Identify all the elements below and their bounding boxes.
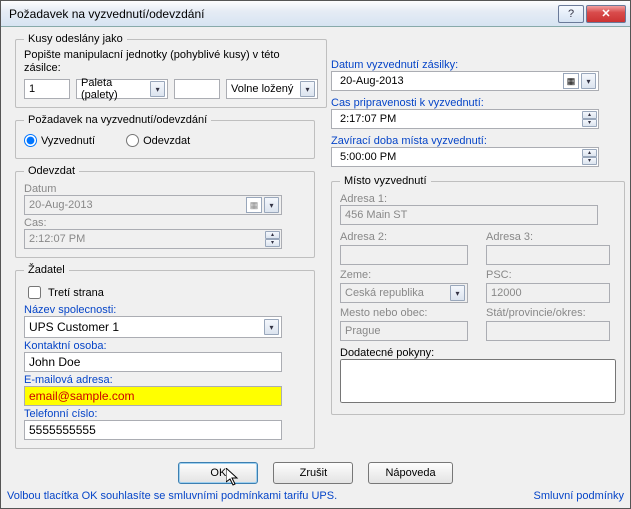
dropoff-time-spin: 2:12:07 PM ▴▾: [24, 229, 282, 249]
chevron-down-icon: ▾: [150, 81, 165, 97]
ready-time-spin[interactable]: 2:17:07 PM ▴▾: [331, 109, 599, 129]
close-time-label: Zavírací doba místa vyzvednutí:: [331, 135, 615, 147]
client-area: Kusy odeslány jako Popište manipulacní j…: [1, 27, 630, 508]
addr2-label: Adresa 2:: [340, 231, 480, 243]
pickup-date-combo[interactable]: 20-Aug-2013 ▦▾: [331, 71, 599, 91]
spin-up-icon: ▴: [582, 111, 597, 119]
dropoff-date-value: 20-Aug-2013: [29, 199, 93, 211]
dropoff-time-value: 2:12:07 PM: [29, 233, 85, 245]
country-value: Ceská republika: [345, 287, 424, 299]
titlebar: Požadavek na vyzvednutí/odevzdání ? ✕: [1, 1, 630, 27]
ready-time-label: Cas pripravenosti k vyzvednutí:: [331, 97, 615, 109]
pickup-date-label: Datum vyzvednutí zásilky:: [331, 59, 615, 71]
dropoff-radio-input[interactable]: [126, 134, 139, 147]
third-party-check[interactable]: Tretí strana: [24, 283, 104, 302]
pieces-type-value: Paleta (palety): [81, 77, 150, 101]
dropoff-time-label: Cas:: [24, 217, 306, 229]
third-party-check-label: Tretí strana: [48, 287, 104, 299]
help-titlebar-button[interactable]: ?: [558, 5, 584, 23]
spin-down-icon: ▾: [582, 119, 597, 127]
button-bar: OK Zrušit Nápoveda Volbou tlacítka OK so…: [1, 462, 630, 502]
pieces-qty-input[interactable]: [24, 79, 70, 99]
instructions-label: Dodatecné pokyny:: [340, 347, 616, 359]
pickup-location-legend: Místo vyzvednutí: [340, 175, 431, 187]
pickup-radio-input[interactable]: [24, 134, 37, 147]
company-label: Název spolecnosti:: [24, 304, 306, 316]
dropoff-legend: Odevzdat: [24, 165, 79, 177]
chevron-down-icon: ▾: [581, 73, 596, 89]
close-time-spin[interactable]: 5:00:00 PM ▴▾: [331, 147, 599, 167]
pieces-group: Kusy odeslány jako Popište manipulacní j…: [15, 33, 327, 108]
requester-group: Žadatel Tretí strana Název spolecnosti: …: [15, 264, 315, 449]
pieces-desc: Popište manipulacní jednotky (pohyblivé …: [24, 49, 318, 75]
contact-input[interactable]: [24, 352, 282, 372]
requester-legend: Žadatel: [24, 264, 69, 276]
close-time-value: 5:00:00 PM: [336, 151, 396, 163]
city-label: Mesto nebo obec:: [340, 307, 480, 319]
terms-notice-link[interactable]: Volbou tlacítka OK souhlasíte se smluvní…: [7, 490, 337, 502]
addr2-input: [340, 245, 468, 265]
ok-button[interactable]: OK: [178, 462, 258, 484]
email-label: E-mailová adresa:: [24, 374, 306, 386]
pieces-pack-value: Volne ložený: [231, 83, 293, 95]
pickup-date-value: 20-Aug-2013: [336, 75, 404, 87]
cancel-button[interactable]: Zrušit: [273, 462, 353, 484]
email-input[interactable]: [24, 386, 282, 406]
pieces-legend: Kusy odeslány jako: [24, 33, 127, 45]
calendar-icon: ▦: [246, 197, 262, 213]
dropoff-radio[interactable]: Odevzdat: [126, 134, 190, 147]
contact-label: Kontaktní osoba:: [24, 340, 306, 352]
help-button[interactable]: Nápoveda: [368, 462, 452, 484]
close-titlebar-button[interactable]: ✕: [586, 5, 626, 23]
pickup-location-group: Místo vyzvednutí Adresa 1: Adresa 2: Adr…: [331, 175, 625, 415]
phone-label: Telefonní císlo:: [24, 408, 306, 420]
addr3-label: Adresa 3:: [486, 231, 616, 243]
chevron-down-icon: ▾: [300, 81, 315, 97]
state-input: [486, 321, 610, 341]
calendar-icon: ▦: [563, 73, 579, 89]
country-combo: Ceská republika ▾: [340, 283, 468, 303]
state-label: Stát/provincie/okres:: [486, 307, 616, 319]
postal-input: [486, 283, 610, 303]
phone-input[interactable]: [24, 420, 282, 440]
pieces-blank-input[interactable]: [174, 79, 220, 99]
pieces-type-combo[interactable]: Paleta (palety) ▾: [76, 79, 168, 99]
addr1-label: Adresa 1:: [340, 193, 616, 205]
spin-down-icon: ▾: [265, 239, 280, 247]
request-legend: Požadavek na vyzvednutí/odevzdání: [24, 114, 211, 126]
spin-up-icon: ▴: [265, 231, 280, 239]
right-column: Datum vyzvednutí zásilky: 20-Aug-2013 ▦▾…: [331, 57, 615, 421]
company-combo[interactable]: UPS Customer 1 ▾: [24, 316, 282, 338]
pieces-pack-combo[interactable]: Volne ložený ▾: [226, 79, 318, 99]
pickup-radio-label: Vyzvednutí: [41, 135, 95, 147]
dropoff-group: Odevzdat Datum 20-Aug-2013 ▦▾ Cas: 2:12:…: [15, 165, 315, 258]
country-label: Zeme:: [340, 269, 480, 281]
left-column: Kusy odeslány jako Popište manipulacní j…: [15, 29, 315, 455]
addr3-input: [486, 245, 610, 265]
instructions-textarea[interactable]: [340, 359, 616, 403]
request-group: Požadavek na vyzvednutí/odevzdání Vyzved…: [15, 114, 315, 159]
dialog-window: Požadavek na vyzvednutí/odevzdání ? ✕ Ku…: [0, 0, 631, 509]
postal-label: PSC:: [486, 269, 616, 281]
city-input: [340, 321, 468, 341]
dropoff-date-combo: 20-Aug-2013 ▦▾: [24, 195, 282, 215]
window-title: Požadavek na vyzvednutí/odevzdání: [9, 7, 556, 21]
terms-link[interactable]: Smluvní podmínky: [534, 490, 624, 502]
third-party-check-input[interactable]: [28, 286, 41, 299]
chevron-down-icon: ▾: [264, 197, 279, 213]
pickup-radio[interactable]: Vyzvednutí: [24, 134, 95, 147]
chevron-down-icon: ▾: [264, 319, 279, 335]
company-value: UPS Customer 1: [29, 320, 119, 334]
spin-up-icon: ▴: [582, 149, 597, 157]
dropoff-radio-label: Odevzdat: [143, 135, 190, 147]
chevron-down-icon: ▾: [450, 285, 465, 301]
spin-down-icon: ▾: [582, 157, 597, 165]
dropoff-date-label: Datum: [24, 183, 306, 195]
ready-time-value: 2:17:07 PM: [336, 113, 396, 125]
addr1-input: [340, 205, 598, 225]
